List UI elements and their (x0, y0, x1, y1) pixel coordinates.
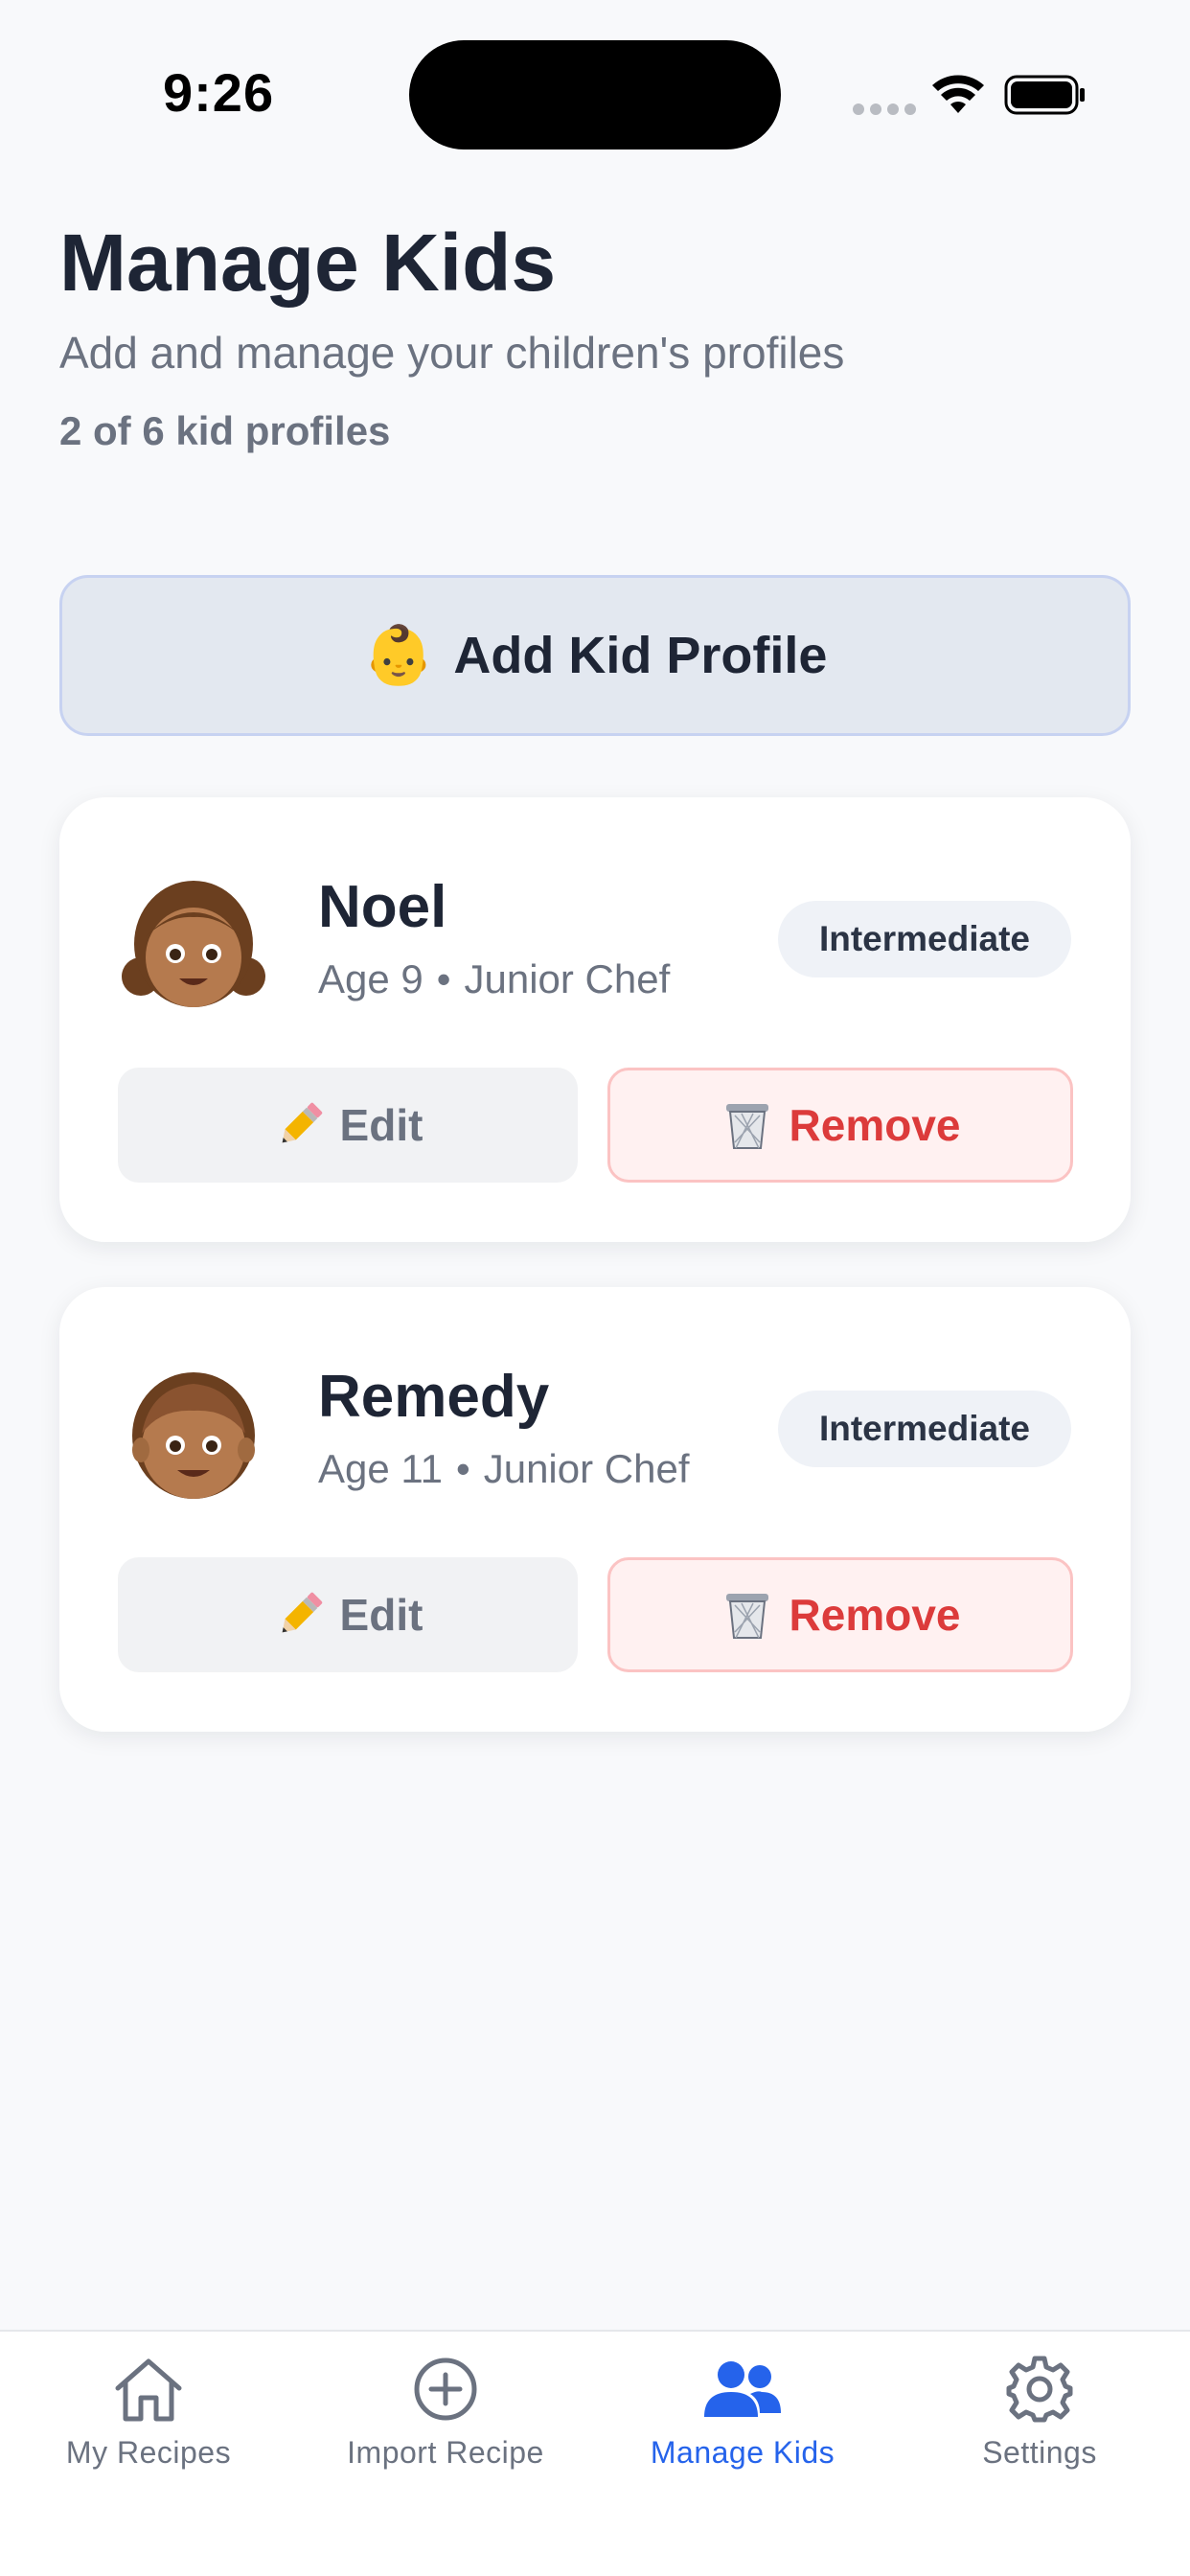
edit-button[interactable]: Edit (118, 1557, 578, 1672)
remove-label: Remove (789, 1590, 961, 1640)
tab-settings[interactable]: Settings (891, 2332, 1188, 2504)
tab-manage-kids[interactable]: Manage Kids (594, 2332, 891, 2504)
pencil-icon (273, 1588, 327, 1642)
wifi-icon (931, 75, 985, 120)
cellular-signal-icon (853, 104, 916, 115)
trash-icon (721, 1098, 774, 1152)
kid-title: Junior Chef (464, 956, 671, 1001)
gear-icon (1005, 2353, 1074, 2426)
kid-age: Age 11 (318, 1446, 443, 1491)
tab-bar: My Recipes Import Recipe Manage Kids Set… (0, 2330, 1190, 2576)
kid-card: Noel Age 9 • Junior Chef Intermediate Edit (59, 797, 1131, 1242)
profile-count: 2 of 6 kid profiles (59, 408, 391, 453)
add-kid-profile-button[interactable]: 👶 Add Kid Profile (59, 575, 1131, 736)
kid-name: Remedy (318, 1364, 550, 1430)
tab-import-recipe[interactable]: Import Recipe (297, 2332, 594, 2504)
boy-avatar-icon (117, 1354, 270, 1507)
kid-card: Remedy Age 11 • Junior Chef Intermediate E… (59, 1287, 1131, 1732)
trash-icon (721, 1588, 774, 1642)
level-badge: Intermediate (778, 901, 1071, 978)
page-subtitle: Add and manage your children's profiles (59, 328, 845, 378)
status-time: 9:26 (163, 62, 275, 123)
people-icon (702, 2353, 783, 2426)
edit-label: Edit (339, 1100, 423, 1150)
add-kid-profile-label: Add Kid Profile (453, 627, 828, 684)
tab-label: Import Recipe (347, 2435, 544, 2470)
girl-avatar-icon (117, 864, 270, 1018)
meta-separator: • (436, 956, 451, 1001)
battery-icon (1004, 75, 1087, 120)
home-icon (112, 2353, 185, 2426)
edit-label: Edit (339, 1590, 423, 1640)
kid-age: Age 9 (318, 956, 423, 1001)
remove-button[interactable]: Remove (607, 1557, 1073, 1672)
tab-label: Settings (982, 2435, 1097, 2470)
remove-label: Remove (789, 1100, 961, 1150)
kid-meta: Age 11 • Junior Chef (318, 1444, 690, 1494)
edit-button[interactable]: Edit (118, 1068, 578, 1183)
baby-icon: 👶 (362, 623, 435, 687)
kid-name: Noel (318, 874, 447, 940)
dynamic-island (409, 40, 781, 150)
level-badge: Intermediate (778, 1391, 1071, 1467)
pencil-icon (273, 1098, 327, 1152)
kid-title: Junior Chef (483, 1446, 690, 1491)
kid-meta: Age 9 • Junior Chef (318, 954, 670, 1004)
status-bar: 9:26 (0, 0, 1190, 192)
tab-label: My Recipes (65, 2435, 232, 2470)
tab-label: Manage Kids (650, 2435, 835, 2470)
page-title: Manage Kids (59, 218, 557, 308)
meta-separator: • (456, 1446, 470, 1491)
remove-button[interactable]: Remove (607, 1068, 1073, 1183)
tab-my-recipes[interactable]: My Recipes (0, 2332, 297, 2504)
plus-circle-icon (412, 2353, 479, 2426)
